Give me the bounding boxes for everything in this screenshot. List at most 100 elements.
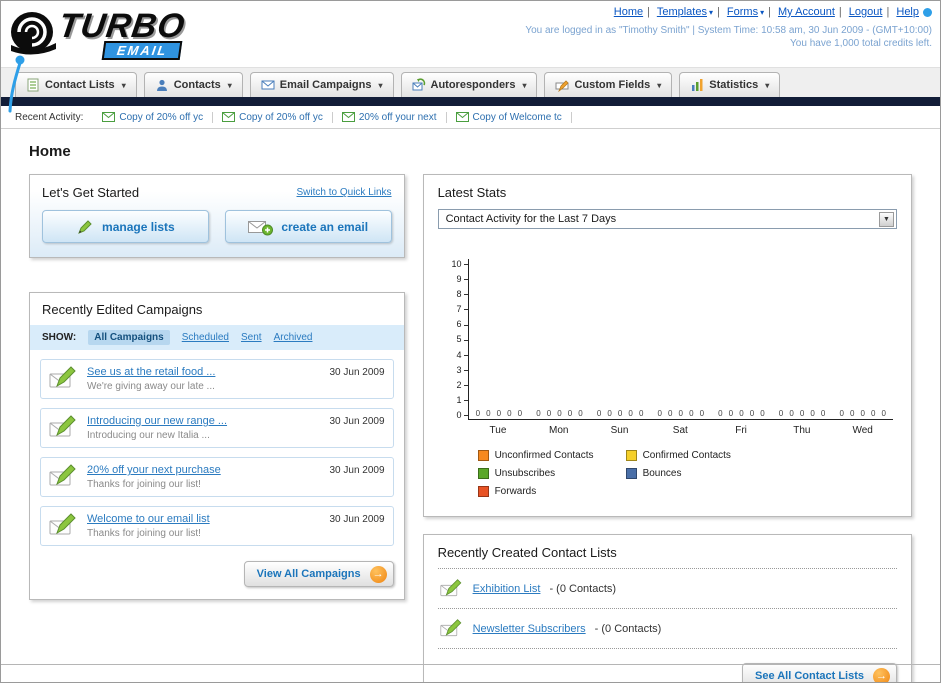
chart-x-labels: Tue Mon Sun Sat Fri Thu Wed bbox=[468, 420, 893, 436]
help-dot-icon bbox=[923, 7, 932, 17]
nav-separator: | bbox=[647, 6, 650, 18]
filter-sent[interactable]: Sent bbox=[241, 332, 262, 343]
bar-group: 00000 bbox=[650, 409, 711, 418]
legend-item: Bounces bbox=[625, 468, 774, 479]
campaign-title-link[interactable]: See us at the retail food ... bbox=[87, 366, 322, 378]
campaign-edit-icon bbox=[49, 415, 76, 437]
see-all-contact-lists-button[interactable]: See All Contact Lists → bbox=[741, 663, 897, 682]
nav-separator: | bbox=[768, 6, 771, 18]
filter-archived[interactable]: Archived bbox=[274, 332, 313, 343]
chevron-down-icon bbox=[226, 79, 232, 91]
latest-stats-title: Latest Stats bbox=[437, 185, 507, 200]
tab-email-campaigns[interactable]: Email Campaigns bbox=[249, 72, 394, 97]
filter-scheduled[interactable]: Scheduled bbox=[182, 332, 229, 343]
campaign-item: Introducing our new range ... Introducin… bbox=[40, 408, 394, 448]
bar-value-label: 0 bbox=[749, 409, 755, 418]
filter-all-campaigns[interactable]: All Campaigns bbox=[88, 330, 170, 345]
autoresponders-icon bbox=[412, 78, 425, 91]
bar-group: 00000 bbox=[469, 409, 530, 418]
contact-lists-title: Recently Created Contact Lists bbox=[437, 545, 897, 569]
recent-activity-bar: Recent Activity: Copy of 20% off yc Copy… bbox=[1, 106, 940, 129]
logo-email-badge: EMAIL bbox=[101, 41, 183, 60]
campaign-title-link[interactable]: Welcome to our email list bbox=[87, 513, 322, 525]
bar-value-label: 0 bbox=[881, 409, 886, 418]
see-all-contact-lists-label: See All Contact Lists bbox=[754, 670, 864, 682]
activity-item[interactable]: Copy of 20% off yc bbox=[213, 111, 333, 123]
nav-link-forms[interactable]: Forms bbox=[727, 6, 764, 18]
x-axis-label: Tue bbox=[489, 425, 507, 436]
y-tick-label: 6 bbox=[457, 319, 468, 329]
envelope-icon bbox=[455, 112, 469, 122]
latest-stats-panel: Latest Stats Contact Activity for the La… bbox=[422, 174, 912, 517]
arrow-right-icon: → bbox=[873, 667, 890, 682]
activity-item[interactable]: Copy of Welcome tc bbox=[447, 111, 572, 123]
chart-zeros-row: 00000000000000000000000000000000000 bbox=[469, 409, 893, 418]
x-axis-label: Mon bbox=[549, 425, 569, 436]
y-axis-spacer bbox=[442, 420, 468, 436]
nav-link-help[interactable]: Help bbox=[896, 6, 919, 18]
manage-lists-button[interactable]: manage lists bbox=[42, 210, 209, 243]
nav-link-templates[interactable]: Templates bbox=[657, 6, 713, 18]
stats-period-value: Contact Activity for the Last 7 Days bbox=[445, 213, 617, 225]
activity-item[interactable]: Copy of 20% off yc bbox=[93, 111, 214, 123]
x-axis-label: Fri bbox=[735, 425, 747, 436]
bar-value-label: 0 bbox=[507, 409, 512, 418]
legend-item: Forwards bbox=[477, 486, 626, 497]
bar-value-label: 0 bbox=[699, 409, 705, 418]
nav-separator: | bbox=[886, 6, 890, 18]
nav-separator: | bbox=[716, 6, 720, 18]
bar-value-label: 0 bbox=[668, 409, 673, 418]
activity-item[interactable]: 20% off your next bbox=[333, 111, 447, 123]
pencil-icon bbox=[78, 219, 92, 234]
bar-value-label: 0 bbox=[638, 409, 644, 418]
page-title: Home bbox=[29, 143, 71, 160]
tab-contacts[interactable]: Contacts bbox=[143, 72, 243, 97]
get-started-panel: Let's Get Started Switch to Quick Links … bbox=[29, 174, 405, 258]
bar-group: 00000 bbox=[711, 409, 772, 418]
create-email-button[interactable]: create an email bbox=[224, 210, 392, 243]
nav-link-my-account[interactable]: My Account bbox=[778, 6, 835, 18]
x-axis-label: Sat bbox=[672, 425, 688, 436]
bar-value-label: 0 bbox=[849, 409, 855, 418]
contact-lists-panel: Recently Created Contact Lists Exhibitio… bbox=[422, 534, 912, 682]
bar-group: 00000 bbox=[772, 409, 833, 418]
campaign-title-link[interactable]: Introducing our new range ... bbox=[87, 415, 322, 427]
tab-autoresponders[interactable]: Autoresponders bbox=[400, 72, 538, 97]
contact-list-link[interactable]: Newsletter Subscribers bbox=[473, 623, 586, 635]
envelope-icon bbox=[222, 112, 236, 122]
list-edit-icon bbox=[439, 579, 461, 597]
campaign-subtitle: Thanks for joining our list! bbox=[87, 528, 201, 539]
bar-value-label: 0 bbox=[870, 409, 876, 418]
y-tick-label: 5 bbox=[457, 334, 468, 344]
chevron-down-icon bbox=[763, 79, 769, 91]
contact-list-item: Newsletter Subscribers - (0 Contacts) bbox=[437, 609, 897, 649]
tab-statistics[interactable]: Statistics bbox=[679, 72, 781, 97]
campaign-item: 20% off your next purchase Thanks for jo… bbox=[40, 457, 394, 497]
view-all-campaigns-button[interactable]: View All Campaigns → bbox=[243, 561, 394, 587]
tab-contact-lists[interactable]: Contact Lists bbox=[15, 72, 137, 97]
contact-list-count: - (0 Contacts) bbox=[549, 582, 617, 595]
bar-group: 00000 bbox=[529, 409, 590, 418]
legend-swatch bbox=[625, 468, 637, 479]
contact-list-link[interactable]: Exhibition List bbox=[473, 583, 541, 595]
campaign-title-link[interactable]: 20% off your next purchase bbox=[87, 464, 322, 476]
nav-link-logout[interactable]: Logout bbox=[849, 6, 883, 18]
bar-value-label: 0 bbox=[799, 409, 805, 418]
tab-custom-fields[interactable]: Custom Fields bbox=[544, 72, 673, 97]
nav-link-home[interactable]: Home bbox=[614, 6, 643, 18]
header: TURBO EMAIL Home| Templates| Forms| My A… bbox=[1, 1, 940, 113]
header-right: Home| Templates| Forms| My Account| Logo… bbox=[525, 6, 932, 49]
tab-label: Autoresponders bbox=[430, 79, 516, 91]
switch-to-quick-links-link[interactable]: Switch to Quick Links bbox=[297, 187, 392, 198]
legend-label: Unconfirmed Contacts bbox=[494, 450, 594, 461]
stats-period-select[interactable]: Contact Activity for the Last 7 Days ▼ bbox=[437, 209, 897, 229]
bar-value-label: 0 bbox=[739, 409, 744, 418]
custom-fields-icon bbox=[555, 80, 570, 92]
campaign-date: 30 Jun 2009 bbox=[329, 514, 385, 525]
bar-value-label: 0 bbox=[689, 409, 694, 418]
campaign-date: 30 Jun 2009 bbox=[329, 416, 385, 427]
bar-value-label: 0 bbox=[728, 409, 734, 418]
tab-label: Statistics bbox=[709, 79, 759, 91]
y-tick-label: 8 bbox=[457, 289, 468, 299]
login-status-text: You are logged in as "Timothy Smith" | S… bbox=[525, 25, 932, 36]
